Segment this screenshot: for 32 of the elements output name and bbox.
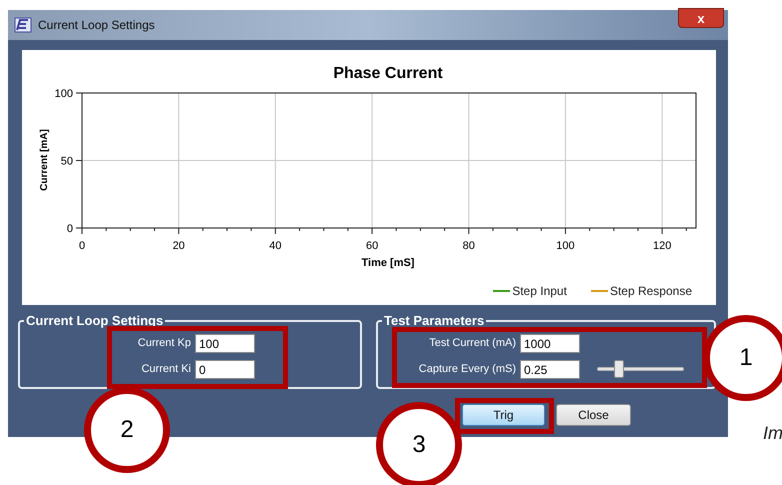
x-tick-label: 100 [556,240,575,252]
x-tick-label: 120 [652,240,672,252]
x-tick-label: 0 [78,240,86,252]
x-tick-label: 40 [269,240,282,252]
x-tick-label: 60 [366,240,378,252]
field-label: Current Ki [140,362,191,378]
input-field[interactable]: 0.25 [520,360,580,379]
window-title: Current Loop Settings [38,17,155,34]
x-tick-label: 80 [462,240,475,252]
dialog-button[interactable]: Trig [462,404,545,426]
legend-label: Step Response [610,283,692,300]
legend-label: Step Input [512,283,567,300]
x-axis-label: Time [mS] [362,257,414,269]
group-title: Current Loop Settings [24,313,166,328]
y-tick-label: 0 [66,223,73,235]
window-close-button[interactable]: x [678,8,724,28]
dialog-button[interactable]: Close [556,404,631,426]
x-tick-label: 20 [172,240,185,252]
input-field[interactable]: 1000 [520,334,580,353]
y-tick-label: 100 [54,88,73,100]
field-label: Current Kp [136,336,191,352]
field-label: Capture Every (mS) [418,362,516,378]
slider-thumb[interactable] [614,360,624,378]
y-tick-label: 50 [60,156,73,168]
field-label: Test Current (mA) [428,336,516,352]
y-axis-label: Current [mA] [39,129,50,191]
group-title: Test Parameters [382,313,486,328]
app-logo-icon [14,17,32,33]
chart-title: Phase Current [333,65,443,82]
caption-text: Im [763,422,782,445]
input-field[interactable]: 100 [195,334,255,353]
input-field[interactable]: 0 [195,360,255,379]
